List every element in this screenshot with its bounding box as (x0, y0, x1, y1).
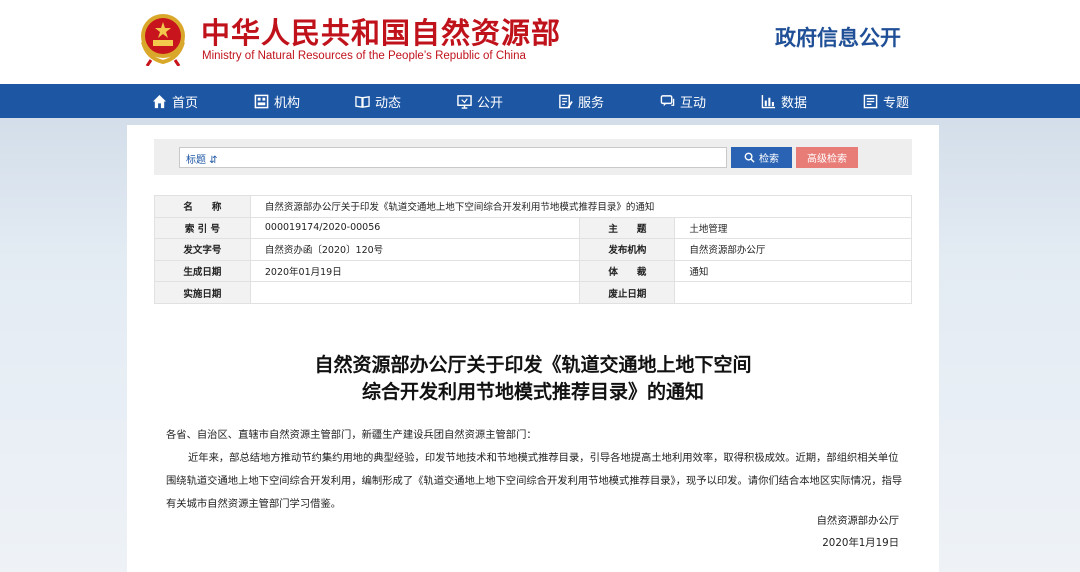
disclosure-icon (457, 94, 472, 109)
document-body: 各省、自治区、直辖市自然资源主管部门，新疆生产建设兵团自然资源主管部门： 近年来… (166, 424, 904, 516)
site-name-cn[interactable]: 中华人民共和国自然资源部 (201, 10, 561, 52)
document-title-line: 综合开发利用节地模式推荐目录》的通知 (361, 381, 704, 403)
site-name-en: Ministry of Natural Resources of the Peo… (202, 50, 526, 62)
topic-icon (863, 94, 878, 108)
genre-label: 体 裁 (579, 259, 676, 283)
nav-item-label: 动态 (375, 95, 402, 111)
search-button[interactable]: 检索 (731, 147, 792, 168)
signature-date: 2020年1月19日 (822, 537, 899, 549)
effective-date-value (249, 281, 581, 304)
nav-item-service[interactable]: 服务 (558, 84, 604, 118)
salutation: 各省、自治区、直辖市自然资源主管部门，新疆生产建设兵团自然资源主管部门： (166, 429, 537, 441)
nav-item-label: 首页 (172, 95, 199, 111)
issuer-value: 自然资源部办公厅 (674, 238, 912, 261)
index-value: 000019174/2020-00056 (249, 216, 581, 240)
site-header: 中华人民共和国自然资源部 Ministry of Natural Resourc… (0, 0, 1080, 84)
date-label: 生成日期 (154, 259, 251, 283)
issuer-label: 发布机构 (579, 238, 676, 261)
service-icon (559, 94, 573, 108)
document-title: 自然资源部办公厅关于印发《轨道交通地上地下空间 综合开发利用节地模式推荐目录》的… (154, 352, 912, 406)
national-emblem-icon[interactable] (137, 12, 189, 66)
nav-item-news[interactable]: 动态 (355, 84, 401, 118)
table-row: 索 引 号 000019174/2020-00056 主 题 土地管理 (154, 216, 912, 240)
section-title[interactable]: 政府信息公开 (775, 22, 901, 52)
genre-value: 通知 (674, 259, 912, 283)
signature: 自然资源部办公厅 (816, 515, 899, 527)
nav-item-interaction[interactable]: 互动 (660, 84, 706, 118)
nav-item-label: 服务 (578, 95, 605, 111)
doc-number-value: 自然资办函〔2020〕120号 (249, 238, 581, 261)
repeal-date-value (674, 281, 912, 304)
topic-value: 土地管理 (674, 216, 912, 240)
advanced-search-label: 高级检索 (807, 154, 847, 165)
table-row: 发文字号 自然资办函〔2020〕120号 发布机构 自然资源部办公厅 (154, 238, 912, 261)
repeal-date-label: 废止日期 (579, 281, 676, 304)
main-nav: 首页 机构 动态 公开 服务 互动 数据 专题 (0, 84, 1080, 118)
search-type-select[interactable]: 标题 ⇵ (186, 151, 218, 166)
organization-icon (254, 94, 269, 108)
home-icon (152, 94, 167, 108)
table-row: 名 称 自然资源部办公厅关于印发《轨道交通地上地下空间综合开发利用节地模式推荐目… (154, 195, 913, 218)
nav-item-data[interactable]: 数据 (761, 84, 807, 118)
advanced-search-button[interactable]: 高级检索 (796, 147, 858, 168)
chart-icon (761, 94, 776, 108)
chat-icon (660, 94, 675, 106)
news-icon (355, 95, 370, 108)
nav-item-disclosure[interactable]: 公开 (457, 84, 503, 118)
document-metadata-table: 名 称 自然资源部办公厅关于印发《轨道交通地上地下空间综合开发利用节地模式推荐目… (154, 195, 913, 304)
search-input[interactable] (179, 147, 727, 168)
table-row: 生成日期 2020年01月19日 体 裁 通知 (154, 259, 912, 283)
nav-item-label: 互动 (680, 95, 707, 111)
search-button-label: 检索 (759, 154, 779, 165)
index-label: 索 引 号 (154, 216, 251, 240)
name-value: 自然资源部办公厅关于印发《轨道交通地上地下空间综合开发利用节地模式推荐目录》的通… (249, 195, 913, 218)
nav-item-home[interactable]: 首页 (152, 84, 198, 118)
nav-item-label: 公开 (477, 95, 504, 111)
search-type-label: 标题 (186, 155, 206, 166)
doc-number-label: 发文字号 (154, 238, 251, 261)
body-paragraph: 近年来，部总结地方推动节约集约用地的典型经验，印发节地技术和节地模式推荐目录，引… (166, 452, 903, 510)
document-title-line: 自然资源部办公厅关于印发《轨道交通地上地下空间 (314, 354, 752, 376)
nav-item-label: 数据 (781, 95, 808, 111)
updown-arrow-icon: ⇵ (209, 155, 218, 166)
name-label: 名 称 (154, 195, 251, 218)
topic-label: 主 题 (579, 216, 676, 240)
nav-item-topic[interactable]: 专题 (863, 84, 909, 118)
nav-item-organization[interactable]: 机构 (254, 84, 300, 118)
date-value: 2020年01月19日 (249, 259, 581, 283)
nav-item-label: 机构 (274, 95, 301, 111)
nav-item-label: 专题 (883, 95, 910, 111)
table-row: 实施日期 废止日期 (154, 281, 912, 304)
document-signature-block: 自然资源部办公厅 2020年1月19日 (760, 510, 899, 554)
search-icon (744, 152, 755, 163)
effective-date-label: 实施日期 (154, 281, 251, 304)
